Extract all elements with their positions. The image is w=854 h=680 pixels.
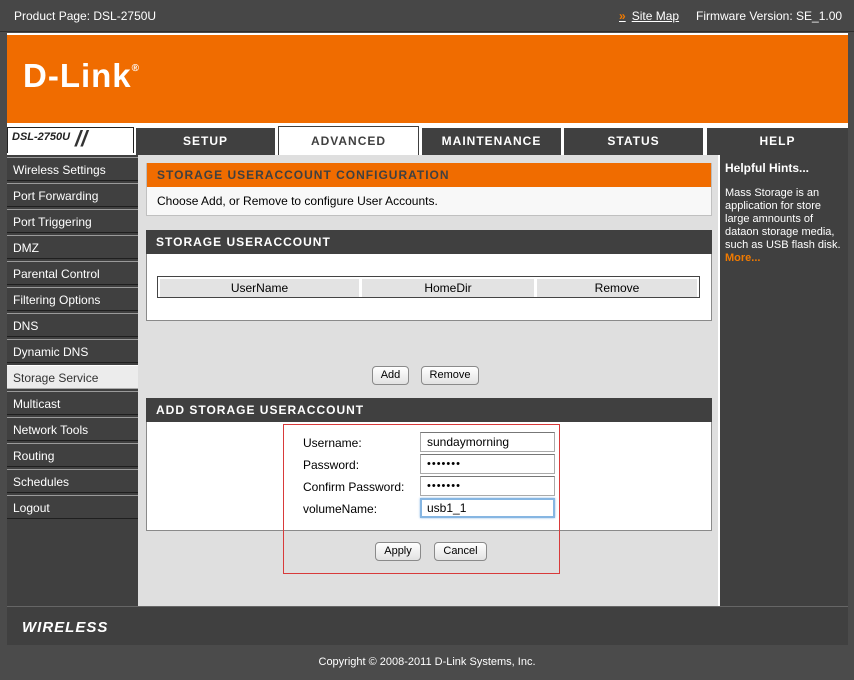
hints-text: Mass Storage is an application for store…	[725, 187, 841, 251]
model-label-box: DSL-2750U //	[7, 126, 134, 153]
column-homedir: HomeDir	[362, 279, 534, 297]
model-label: DSL-2750U	[12, 131, 71, 143]
sidebar-item-storage-service[interactable]: Storage Service	[7, 365, 138, 389]
accounts-table-header: UserName HomeDir Remove	[157, 276, 700, 298]
site-map-label[interactable]: Site Map	[632, 9, 679, 23]
sidebar-item-logout[interactable]: Logout	[7, 495, 138, 519]
config-section-title: STORAGE USERACCOUNT CONFIGURATION	[146, 163, 712, 187]
sidebar-item-port-triggering[interactable]: Port Triggering	[7, 209, 138, 233]
add-button[interactable]: Add	[372, 366, 409, 385]
column-username: UserName	[160, 279, 359, 297]
highlight-box	[283, 424, 560, 574]
tab-advanced[interactable]: ADVANCED	[278, 126, 419, 155]
wireless-logo: WIRELESS	[22, 619, 109, 636]
accounts-section-title: STORAGE USERACCOUNT	[146, 230, 712, 254]
sidebar: Wireless Settings Port Forwarding Port T…	[7, 155, 138, 606]
sidebar-item-schedules[interactable]: Schedules	[7, 469, 138, 493]
accounts-section-body: UserName HomeDir Remove	[146, 254, 712, 321]
sidebar-item-wireless-settings[interactable]: Wireless Settings	[7, 157, 138, 181]
top-bar: Product Page: DSL-2750U » Site Map Firmwa…	[0, 0, 854, 32]
double-arrow-icon: »	[619, 9, 626, 23]
add-account-section-title: ADD STORAGE USERACCOUNT	[146, 398, 712, 422]
tab-maintenance[interactable]: MAINTENANCE	[422, 128, 561, 155]
helpful-hints-panel: Helpful Hints... Mass Storage is an appl…	[718, 155, 848, 606]
column-remove: Remove	[537, 279, 697, 297]
sidebar-item-dns[interactable]: DNS	[7, 313, 138, 337]
slash-decoration-icon: //	[75, 126, 88, 151]
hints-more-link[interactable]: More...	[725, 252, 760, 264]
main-frame: D-Link® DSL-2750U // SETUP ADVANCED MAIN…	[7, 33, 848, 645]
tab-setup[interactable]: SETUP	[136, 128, 275, 155]
copyright-text: Copyright © 2008-2011 D-Link Systems, In…	[318, 656, 536, 668]
sidebar-item-parental-control[interactable]: Parental Control	[7, 261, 138, 285]
site-map-link[interactable]: » Site Map	[619, 9, 679, 23]
dlink-logo: D-Link®	[23, 57, 141, 94]
brand-banner: D-Link®	[7, 35, 848, 123]
sidebar-item-port-forwarding[interactable]: Port Forwarding	[7, 183, 138, 207]
tab-status[interactable]: STATUS	[564, 128, 703, 155]
product-page-label: Product Page: DSL-2750U	[14, 9, 157, 23]
sidebar-item-multicast[interactable]: Multicast	[7, 391, 138, 415]
firmware-version: Firmware Version: SE_1.00	[696, 9, 843, 23]
footer-band: WIRELESS	[7, 606, 848, 645]
sidebar-item-filtering-options[interactable]: Filtering Options	[7, 287, 138, 311]
sidebar-item-routing[interactable]: Routing	[7, 443, 138, 467]
content-area: STORAGE USERACCOUNT CONFIGURATION Choose…	[138, 155, 718, 606]
sidebar-item-dmz[interactable]: DMZ	[7, 235, 138, 259]
remove-button[interactable]: Remove	[421, 366, 479, 385]
tab-help[interactable]: HELP	[707, 128, 848, 155]
config-info-text: Choose Add, or Remove to configure User …	[146, 187, 712, 216]
tab-bar: DSL-2750U // SETUP ADVANCED MAINTENANCE …	[7, 125, 848, 155]
sidebar-item-dynamic-dns[interactable]: Dynamic DNS	[7, 339, 138, 363]
sidebar-item-network-tools[interactable]: Network Tools	[7, 417, 138, 441]
hints-title: Helpful Hints...	[725, 161, 809, 175]
